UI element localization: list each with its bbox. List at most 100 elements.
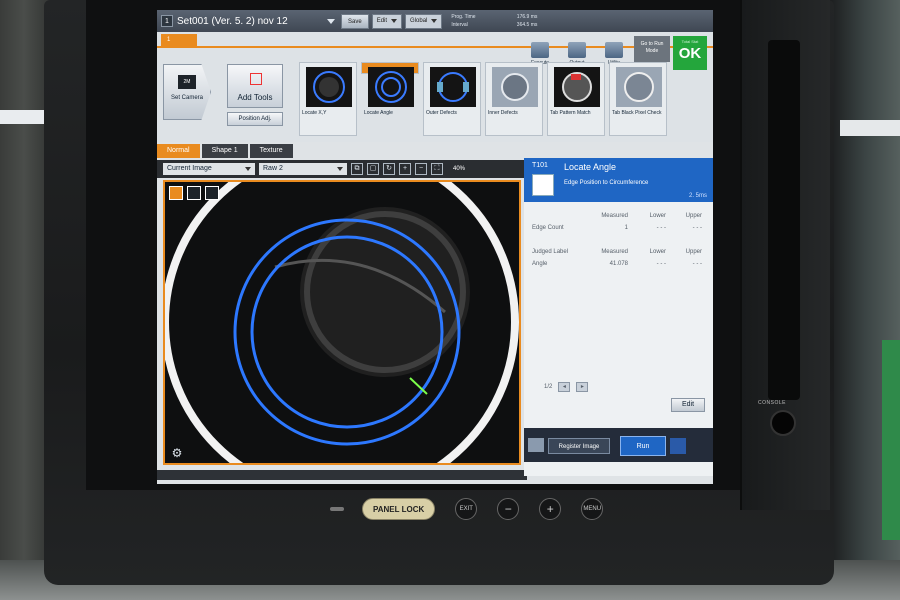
- ring-icon: [562, 72, 592, 102]
- background-green-panel: [882, 340, 900, 540]
- keyboard-icon[interactable]: [528, 438, 544, 452]
- total-status-badge: Total Stat OK: [673, 36, 707, 70]
- chevron-down-icon: [245, 167, 251, 171]
- tab-texture[interactable]: Texture: [249, 144, 293, 158]
- prev-page-button[interactable]: ◂: [558, 382, 571, 392]
- set-dropdown-icon[interactable]: [327, 18, 335, 24]
- run-button[interactable]: Run: [620, 436, 666, 456]
- tab-shape-1[interactable]: Shape 1: [201, 144, 248, 158]
- table-cell: - - -: [692, 225, 702, 231]
- table-row: Measured Lower Upper: [528, 210, 706, 222]
- exit-button[interactable]: EXIT: [455, 498, 478, 520]
- register-image-button[interactable]: Register Image: [548, 438, 610, 454]
- prog-time-value: 176.9 ms: [516, 14, 538, 20]
- table-cell: Edge Count: [532, 225, 564, 231]
- image-tool-3[interactable]: [205, 186, 219, 200]
- tool-label: Locate Angle: [364, 110, 393, 116]
- tool-angle-icon: [532, 174, 554, 196]
- edit-button[interactable]: Edit: [671, 398, 705, 412]
- raw-select-label: Raw 2: [263, 165, 283, 172]
- tool-thumbnail: [368, 67, 414, 107]
- tool-thumbnail: [306, 67, 352, 107]
- position-adj-button[interactable]: Position Adj.: [227, 112, 283, 126]
- view-tabs: Normal Shape 1 Texture: [157, 144, 527, 158]
- raw-select[interactable]: Raw 2: [259, 163, 347, 175]
- card-slot: [768, 40, 800, 400]
- total-status-value: OK: [678, 45, 702, 62]
- tool-tab-black-pixel-check[interactable]: Tab Black Pixel Check: [609, 62, 667, 136]
- save-button[interactable]: Save: [341, 13, 369, 29]
- table-cell: Judged Label: [532, 249, 569, 255]
- output-icon: [568, 42, 586, 58]
- ring-icon: [375, 71, 407, 103]
- menu-button[interactable]: MENU: [581, 498, 604, 520]
- chevron-down-icon: [337, 167, 343, 171]
- camera-icon: 2M: [178, 75, 196, 89]
- utility-icon: [605, 42, 623, 58]
- copy-icon[interactable]: ⧉: [351, 163, 363, 175]
- ring-icon: [437, 72, 469, 102]
- table-cell: Measured: [601, 213, 628, 219]
- zoom-in-icon[interactable]: +: [399, 163, 411, 175]
- image-select[interactable]: Current Image: [163, 163, 255, 175]
- tab-normal[interactable]: Normal: [157, 144, 200, 158]
- image-tool-2[interactable]: [187, 186, 201, 200]
- tool-inner-defects[interactable]: Inner Defects: [485, 62, 543, 136]
- table-cell: 41.078: [609, 261, 628, 267]
- prog-values: 176.9 ms 364.5 ms: [493, 13, 538, 29]
- gear-icon[interactable]: ⚙: [169, 445, 185, 461]
- plus-button[interactable]: +: [539, 498, 562, 520]
- tool-locate-xy[interactable]: Locate X,Y: [299, 62, 357, 136]
- results-table: Measured Lower Upper Edge Count 1 - - - …: [528, 210, 706, 270]
- inspection-image: [165, 182, 519, 463]
- table-row: Edge Count 1 - - - - - -: [528, 222, 706, 234]
- add-tool-icon: [250, 73, 262, 85]
- tool-locate-angle[interactable]: Locate Angle: [361, 62, 419, 116]
- set-camera-button[interactable]: 2M Set Camera: [163, 64, 211, 120]
- zoom-level: 40%: [453, 166, 466, 172]
- tool-tab-pattern-match[interactable]: Tab Pattern Match: [547, 62, 605, 136]
- global-select[interactable]: Global: [405, 13, 443, 29]
- tool-label: Tab Pattern Match: [550, 110, 591, 116]
- console-port[interactable]: [770, 410, 796, 436]
- pager: 1/2 ◂ ▸: [544, 382, 589, 392]
- image-select-label: Current Image: [167, 165, 212, 172]
- table-cell: 1: [624, 225, 628, 231]
- panel-lock-button[interactable]: PANEL LOCK: [362, 498, 436, 520]
- next-page-button[interactable]: ▸: [576, 382, 589, 392]
- table-cell: Upper: [685, 249, 702, 255]
- toolbar-tab[interactable]: 1: [161, 34, 197, 46]
- zoom-fit-icon[interactable]: ⛶: [431, 163, 443, 175]
- tool-thumbnail: [430, 67, 476, 107]
- settings-icon[interactable]: [670, 438, 686, 454]
- table-cell: Lower: [649, 249, 666, 255]
- table-cell: Measured: [601, 249, 628, 255]
- tool-detail-header: T101 Locate Angle Edge Position to Circu…: [524, 158, 713, 202]
- hardware-controls: PANEL LOCK EXIT − + MENU: [330, 498, 604, 520]
- power-led: [330, 507, 344, 511]
- edit-select[interactable]: Edit: [371, 13, 403, 29]
- horizontal-scrollbar[interactable]: [157, 470, 527, 480]
- zoom-out-icon[interactable]: −: [415, 163, 427, 175]
- set-name[interactable]: Set001 (Ver. 5. 2) nov 12: [177, 16, 327, 27]
- table-cell: Lower: [649, 213, 666, 219]
- image-tool-1[interactable]: [169, 186, 183, 200]
- tool-thumbnail: [616, 67, 662, 107]
- tool-name: Locate Angle: [564, 162, 617, 172]
- run-mode-button[interactable]: Go to Run Mode: [634, 36, 670, 62]
- refresh-icon[interactable]: ↻: [383, 163, 395, 175]
- image-viewer[interactable]: ⚙: [163, 180, 521, 465]
- ceiling-light-right: [840, 120, 900, 136]
- fit-icon[interactable]: ▢: [367, 163, 379, 175]
- tool-outer-defects[interactable]: Outer Defects: [423, 62, 481, 136]
- minus-button[interactable]: −: [497, 498, 520, 520]
- ring-icon: [624, 72, 654, 102]
- execute-icon: [531, 42, 549, 58]
- table-cell: Angle: [532, 261, 548, 267]
- add-tools-button[interactable]: Add Tools: [227, 64, 283, 108]
- total-status-label: Total Stat: [681, 39, 699, 44]
- screen: 1 Set001 (Ver. 5. 2) nov 12 Save Edit Gl…: [157, 10, 713, 484]
- tool-label: Inner Defects: [488, 110, 518, 116]
- ceiling-light: [0, 110, 50, 124]
- tool-thumbnail: [492, 67, 538, 107]
